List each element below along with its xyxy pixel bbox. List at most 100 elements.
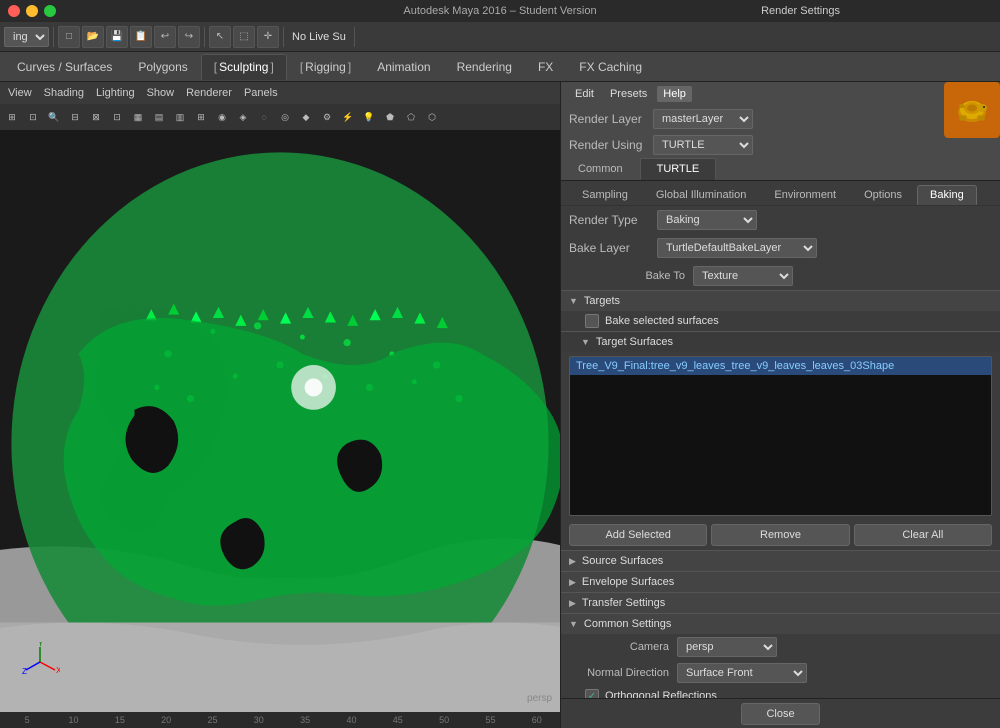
vp-icon-9[interactable]: ▥ xyxy=(170,107,190,127)
vp-icon-6[interactable]: ⊡ xyxy=(107,107,127,127)
tab-polygons[interactable]: Polygons xyxy=(125,54,200,80)
ruler-tick-12: 60 xyxy=(514,715,560,725)
source-surfaces-header[interactable]: ▶ Source Surfaces xyxy=(561,550,1000,571)
menu-view[interactable]: View xyxy=(8,87,32,99)
vp-icon-19[interactable]: ⬟ xyxy=(380,107,400,127)
main-toolbar: ing □ 📂 💾 📋 ↩ ↪ ↖ ⬚ ✛ No Live Su xyxy=(0,22,1000,52)
target-surfaces-list[interactable]: Tree_V9_Final:tree_v9_leaves_tree_v9_lea… xyxy=(569,356,992,516)
vp-icon-1[interactable]: ⊞ xyxy=(2,107,22,127)
surface-item-0[interactable]: Tree_V9_Final:tree_v9_leaves_tree_v9_lea… xyxy=(570,357,991,375)
sub-tab-baking[interactable]: Baking xyxy=(917,185,977,205)
vp-icon-15[interactable]: ◆ xyxy=(296,107,316,127)
tab-fx[interactable]: FX xyxy=(525,54,566,80)
save-icon[interactable]: 💾 xyxy=(106,26,128,48)
rs-help-menu[interactable]: Help xyxy=(657,86,692,102)
minimize-button[interactable] xyxy=(26,5,38,17)
vp-icon-10[interactable]: ⊞ xyxy=(191,107,211,127)
render-type-label: Render Type xyxy=(569,213,649,227)
sub-tab-sampling[interactable]: Sampling xyxy=(569,185,641,205)
menu-panels[interactable]: Panels xyxy=(244,87,278,99)
target-surfaces-label: Target Surfaces xyxy=(596,336,673,348)
vp-icon-16[interactable]: ⚙ xyxy=(317,107,337,127)
common-settings-arrow: ▼ xyxy=(569,619,578,629)
sub-tab-global-illumination[interactable]: Global Illumination xyxy=(643,185,760,205)
vp-icon-11[interactable]: ◉ xyxy=(212,107,232,127)
save-as-icon[interactable]: 📋 xyxy=(130,26,152,48)
move-icon[interactable]: ✛ xyxy=(257,26,279,48)
sub-tab-options[interactable]: Options xyxy=(851,185,915,205)
module-dropdown[interactable]: ing xyxy=(4,27,49,47)
close-button[interactable]: Close xyxy=(741,703,819,725)
open-file-icon[interactable]: 📂 xyxy=(82,26,104,48)
ruler-tick-2: 10 xyxy=(50,715,96,725)
vp-icon-12[interactable]: ◈ xyxy=(233,107,253,127)
render-using-select[interactable]: TURTLE xyxy=(653,135,753,155)
tab-sculpting[interactable]: Sculpting xyxy=(201,54,287,80)
ruler-tick-9: 45 xyxy=(375,715,421,725)
close-button[interactable] xyxy=(8,5,20,17)
camera-select[interactable]: persp xyxy=(677,637,777,657)
vp-icon-14[interactable]: ◎ xyxy=(275,107,295,127)
new-file-icon[interactable]: □ xyxy=(58,26,80,48)
envelope-surfaces-header[interactable]: ▶ Envelope Surfaces xyxy=(561,571,1000,592)
maximize-button[interactable] xyxy=(44,5,56,17)
render-layer-select[interactable]: masterLayer xyxy=(653,109,753,129)
normal-direction-select[interactable]: Surface Front xyxy=(677,663,807,683)
window-title: Autodesk Maya 2016 – Student Version xyxy=(403,5,596,17)
lasso-icon[interactable]: ⬚ xyxy=(233,26,255,48)
target-surfaces-header[interactable]: ▼ Target Surfaces xyxy=(561,331,1000,352)
tab-rendering[interactable]: Rendering xyxy=(444,54,525,80)
targets-section-header[interactable]: ▼ Targets xyxy=(561,290,1000,311)
clear-all-button[interactable]: Clear All xyxy=(854,524,992,546)
vp-icon-21[interactable]: ⬡ xyxy=(422,107,442,127)
render-type-select[interactable]: Baking xyxy=(657,210,757,230)
tab-common[interactable]: Common xyxy=(561,158,640,180)
transfer-settings-header[interactable]: ▶ Transfer Settings xyxy=(561,592,1000,613)
no-live-sub-label: No Live Su xyxy=(288,31,350,43)
bake-selected-checkbox[interactable] xyxy=(585,314,599,328)
ruler-tick-5: 25 xyxy=(189,715,235,725)
vp-icon-17[interactable]: ⚡ xyxy=(338,107,358,127)
ruler-tick-10: 50 xyxy=(421,715,467,725)
vp-icon-4[interactable]: ⊟ xyxy=(65,107,85,127)
orthogonal-checkbox[interactable]: ✓ xyxy=(585,689,599,698)
rs-edit-menu[interactable]: Edit xyxy=(569,86,600,102)
bake-layer-select[interactable]: TurtleDefaultBakeLayer xyxy=(657,238,817,258)
vp-icon-8[interactable]: ▤ xyxy=(149,107,169,127)
menu-lighting[interactable]: Lighting xyxy=(96,87,135,99)
render-settings-title: Render Settings xyxy=(761,5,840,17)
bake-selected-row: Bake selected surfaces xyxy=(561,311,1000,331)
bake-to-select[interactable]: Texture xyxy=(693,266,793,286)
redo-icon[interactable]: ↪ xyxy=(178,26,200,48)
tab-turtle[interactable]: TURTLE xyxy=(640,158,717,180)
menu-show[interactable]: Show xyxy=(147,87,175,99)
undo-icon[interactable]: ↩ xyxy=(154,26,176,48)
vp-icon-20[interactable]: ⬠ xyxy=(401,107,421,127)
tab-rigging[interactable]: Rigging xyxy=(287,54,364,80)
menu-shading[interactable]: Shading xyxy=(44,87,84,99)
select-icon[interactable]: ↖ xyxy=(209,26,231,48)
remove-button[interactable]: Remove xyxy=(711,524,849,546)
vp-icon-2[interactable]: ⊡ xyxy=(23,107,43,127)
ruler-tick-1: 5 xyxy=(4,715,50,725)
sub-tab-environment[interactable]: Environment xyxy=(761,185,849,205)
svg-text:Y: Y xyxy=(38,642,44,648)
vp-icon-3[interactable]: 🔍 xyxy=(44,107,64,127)
common-settings-header[interactable]: ▼ Common Settings xyxy=(561,613,1000,634)
add-selected-button[interactable]: Add Selected xyxy=(569,524,707,546)
targets-arrow: ▼ xyxy=(569,296,578,306)
rs-main-tabs: Common TURTLE xyxy=(561,158,1000,181)
vp-icon-18[interactable]: 💡 xyxy=(359,107,379,127)
menu-renderer[interactable]: Renderer xyxy=(186,87,232,99)
tab-curves-surfaces[interactable]: Curves / Surfaces xyxy=(4,54,125,80)
viewport-canvas[interactable]: X Y Z persp xyxy=(0,130,560,712)
tab-fx-caching[interactable]: FX Caching xyxy=(566,54,655,80)
svg-text:X: X xyxy=(56,666,60,675)
vp-icon-13[interactable]: ◌ xyxy=(254,107,274,127)
vp-icon-5[interactable]: ⊠ xyxy=(86,107,106,127)
separator xyxy=(53,27,54,47)
tab-animation[interactable]: Animation xyxy=(364,54,443,80)
rs-presets-menu[interactable]: Presets xyxy=(604,86,653,102)
vp-icon-7[interactable]: ▦ xyxy=(128,107,148,127)
bake-layer-label: Bake Layer xyxy=(569,241,649,255)
